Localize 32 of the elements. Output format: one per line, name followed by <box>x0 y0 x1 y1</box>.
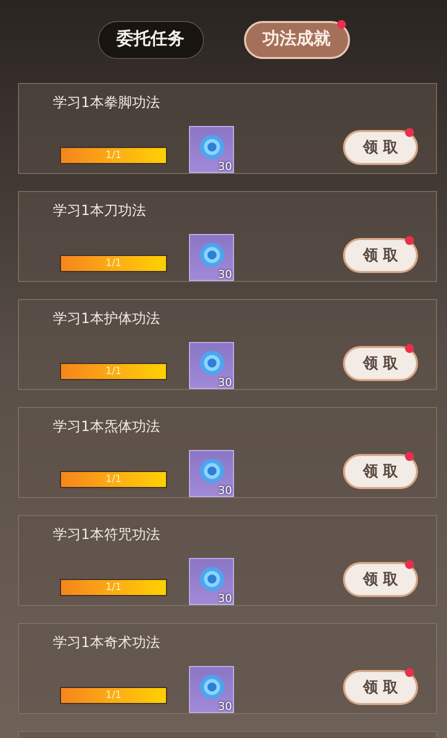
progress-text: 1/1 <box>105 474 122 484</box>
item-count: 30 <box>218 593 232 604</box>
item-count: 30 <box>218 161 232 172</box>
tab[interactable]: 委托任务 <box>98 21 204 59</box>
task-title: 学习1本拳脚功法 <box>53 94 160 113</box>
gem-icon <box>199 350 225 376</box>
gem-icon <box>199 458 225 484</box>
item-count: 30 <box>218 377 232 388</box>
claim-button[interactable]: 领 取 <box>343 238 418 273</box>
claim-button[interactable]: 领 取 <box>343 346 418 381</box>
claim-button[interactable]: 领 取 <box>343 130 418 165</box>
task-title: 学习1本符咒功法 <box>53 526 160 545</box>
progress-text: 1/1 <box>105 150 122 160</box>
claim-button[interactable]: 领 取 <box>343 562 418 597</box>
gem-icon <box>199 134 225 160</box>
progress-text: 1/1 <box>105 582 122 592</box>
progress-text: 1/1 <box>105 690 122 700</box>
claim-button[interactable]: 领 取 <box>343 454 418 489</box>
gem-icon <box>199 566 225 592</box>
progress-text: 1/1 <box>105 366 122 376</box>
item-count: 30 <box>218 701 232 712</box>
item-count: 30 <box>218 485 232 496</box>
progress-text: 1/1 <box>105 258 122 268</box>
gem-icon <box>199 242 225 268</box>
item-count: 30 <box>218 269 232 280</box>
task-title: 学习1本炁体功法 <box>53 418 160 437</box>
task-title: 学习1本护体功法 <box>53 310 160 329</box>
task-title: 学习1本刀功法 <box>53 202 146 221</box>
claim-button[interactable]: 领 取 <box>343 670 418 705</box>
task-title: 学习1本奇术功法 <box>53 634 160 653</box>
gem-icon <box>199 674 225 700</box>
tab[interactable]: 功法成就 <box>244 21 350 59</box>
